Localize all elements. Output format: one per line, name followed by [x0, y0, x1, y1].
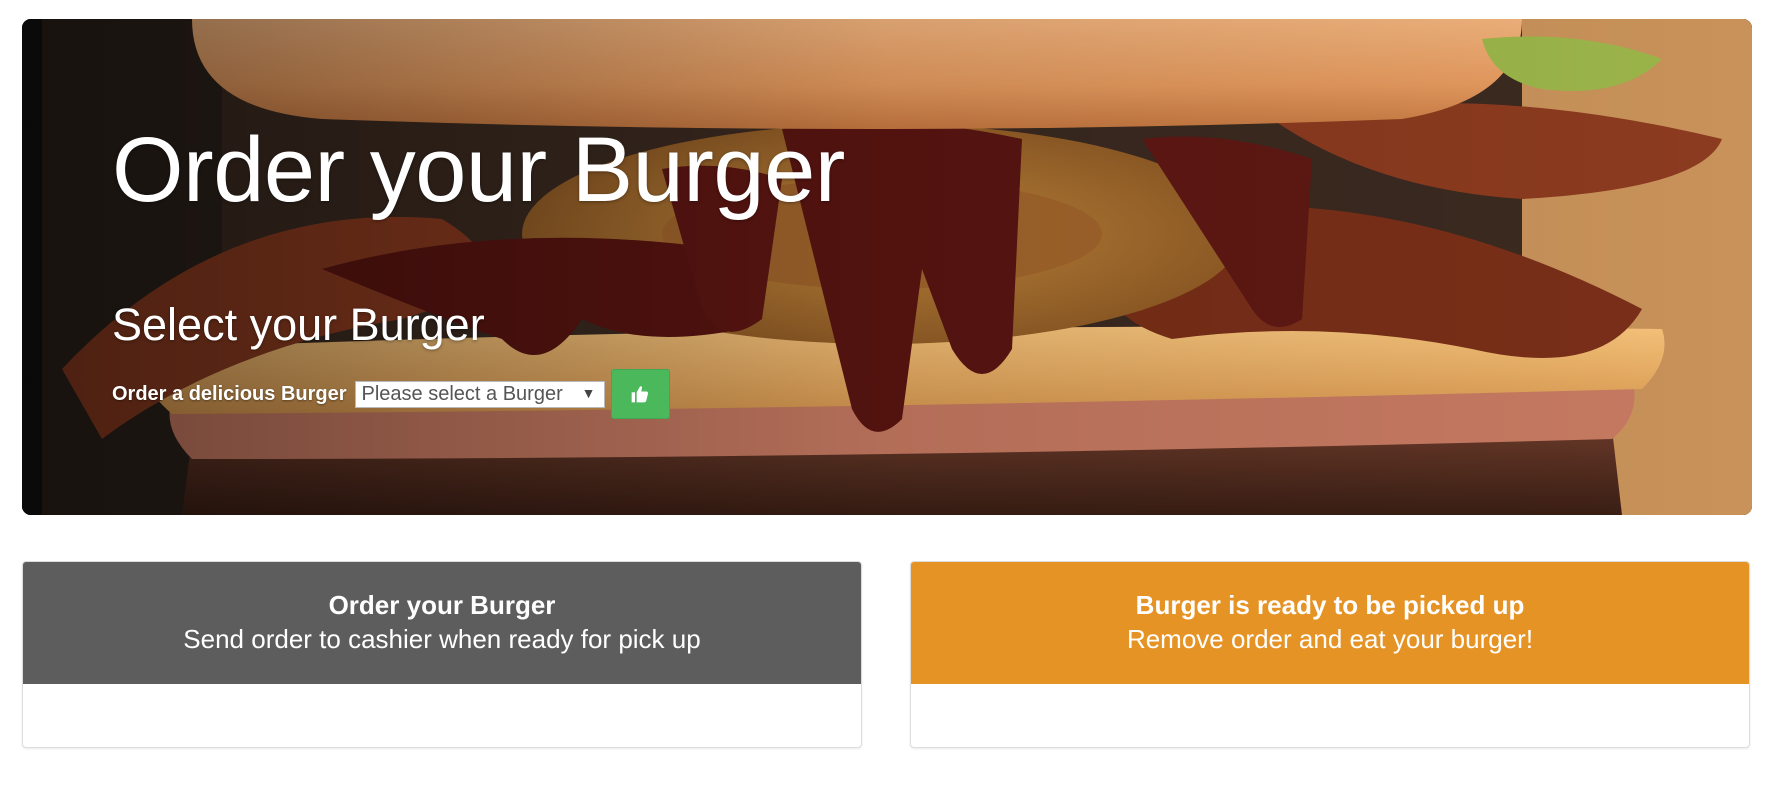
order-panel-body: [23, 684, 861, 747]
burger-select[interactable]: Please select a Burger ▼: [354, 380, 605, 408]
ready-panel-body: [911, 684, 1749, 747]
hero-content: Order your Burger Select your Burger Ord…: [22, 19, 1752, 515]
ready-panel: Burger is ready to be picked up Remove o…: [910, 561, 1750, 748]
hero-banner: Order your Burger Select your Burger Ord…: [22, 19, 1752, 515]
ready-panel-description: Remove order and eat your burger!: [1126, 624, 1534, 654]
burger-select-value: Please select a Burger: [361, 382, 563, 405]
order-panel-header: Order your Burger Send order to cashier …: [23, 562, 861, 684]
order-panel: Order your Burger Send order to cashier …: [22, 561, 862, 748]
order-label: Order a delicious Burger: [112, 382, 347, 405]
submit-order-button[interactable]: [610, 369, 670, 419]
hero-subtitle: Select your Burger: [112, 299, 485, 350]
caret-down-icon: ▼: [581, 384, 596, 401]
ready-panel-title: Burger is ready to be picked up: [1135, 590, 1525, 621]
order-panel-title: Order your Burger: [328, 590, 556, 621]
ready-panel-header: Burger is ready to be picked up Remove o…: [911, 562, 1749, 684]
thumbs-up-icon: [631, 386, 649, 403]
order-form: Order a delicious Burger Please select a…: [112, 369, 670, 419]
order-panel-description: Send order to cashier when ready for pic…: [183, 624, 701, 654]
hero-title: Order your Burger: [112, 119, 845, 221]
